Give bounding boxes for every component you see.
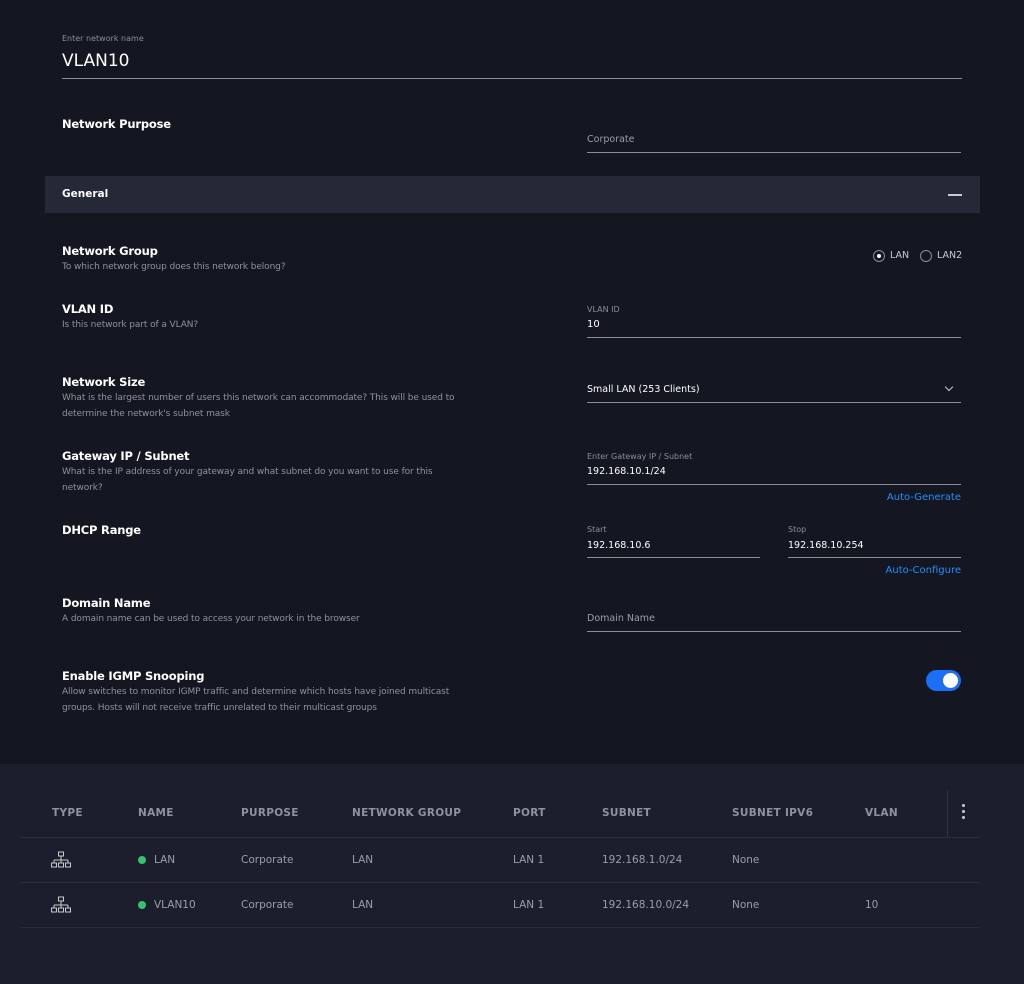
network-name-input[interactable]: VLAN10: [62, 51, 129, 71]
row-divider: [20, 837, 980, 838]
general-section-title: General: [62, 188, 109, 200]
col-network-group[interactable]: NETWORK GROUP: [352, 807, 461, 819]
domain-name-description: A domain name can be used to access your…: [62, 614, 360, 624]
cell-name[interactable]: LAN: [154, 854, 175, 866]
gateway-underline: [587, 484, 961, 485]
row-divider: [20, 882, 980, 883]
igmp-description-1: Allow switches to monitor IGMP traffic a…: [62, 687, 450, 697]
radio-lan-label[interactable]: LAN: [890, 250, 909, 261]
domain-name-title: Domain Name: [62, 596, 151, 610]
row-divider: [20, 927, 980, 928]
cell-subnet: 192.168.10.0/24: [602, 899, 690, 911]
cell-network-group: LAN: [352, 854, 374, 866]
toggle-knob: [943, 673, 958, 688]
gateway-description-1: What is the IP address of your gateway a…: [62, 467, 433, 477]
domain-name-input[interactable]: Domain Name: [587, 613, 655, 624]
col-purpose[interactable]: PURPOSE: [241, 807, 299, 819]
cell-port: LAN 1: [513, 899, 545, 911]
chevron-down-icon[interactable]: [944, 382, 954, 392]
cell-network-group: LAN: [352, 899, 374, 911]
network-size-description-1: What is the largest number of users this…: [62, 393, 455, 403]
col-vlan[interactable]: VLAN: [865, 807, 898, 819]
dhcp-start-input[interactable]: 192.168.10.6: [587, 540, 650, 551]
network-topology-icon: [51, 896, 71, 913]
more-options-icon[interactable]: [962, 804, 966, 822]
network-purpose-title: Network Purpose: [62, 117, 171, 131]
cell-purpose: Corporate: [241, 854, 294, 866]
network-size-underline: [587, 402, 961, 403]
igmp-title: Enable IGMP Snooping: [62, 669, 205, 683]
dhcp-stop-label: Stop: [788, 525, 807, 534]
auto-generate-link[interactable]: Auto-Generate: [887, 492, 961, 503]
network-size-title: Network Size: [62, 375, 146, 389]
network-name-underline: [62, 78, 962, 79]
cell-subnet: 192.168.1.0/24: [602, 854, 683, 866]
radio-lan2-label[interactable]: LAN2: [937, 250, 962, 261]
col-name[interactable]: NAME: [138, 807, 174, 819]
gateway-title: Gateway IP / Subnet: [62, 449, 190, 463]
col-subnet[interactable]: SUBNET: [602, 807, 651, 819]
collapse-icon[interactable]: [948, 194, 962, 196]
vlan-id-field-label: VLAN ID: [587, 305, 620, 314]
dhcp-stop-underline: [788, 557, 961, 558]
status-dot: [138, 856, 146, 864]
network-topology-icon: [51, 851, 71, 868]
status-dot: [138, 901, 146, 909]
auto-configure-link[interactable]: Auto-Configure: [886, 565, 961, 576]
cell-vlan: 10: [865, 899, 879, 911]
network-group-description: To which network group does this network…: [62, 262, 286, 272]
igmp-toggle[interactable]: [926, 670, 961, 691]
radio-lan2[interactable]: [920, 250, 932, 262]
network-size-select[interactable]: Small LAN (253 Clients): [587, 384, 700, 395]
igmp-description-2: groups. Hosts will not receive traffic u…: [62, 703, 377, 713]
vlan-id-title: VLAN ID: [62, 302, 114, 316]
cell-subnet-ipv6: None: [732, 899, 760, 911]
network-group-title: Network Group: [62, 244, 158, 258]
general-section-header[interactable]: General: [45, 176, 980, 213]
gateway-description-2: network?: [62, 483, 103, 493]
network-purpose-underline: [587, 152, 961, 153]
cell-subnet-ipv6: None: [732, 854, 760, 866]
cell-purpose: Corporate: [241, 899, 294, 911]
gateway-input[interactable]: 192.168.10.1/24: [587, 466, 666, 477]
network-purpose-select[interactable]: Corporate: [587, 134, 635, 145]
gateway-field-label: Enter Gateway IP / Subnet: [587, 452, 693, 461]
cell-port: LAN 1: [513, 854, 545, 866]
col-subnet-ipv6[interactable]: SUBNET IPV6: [732, 807, 813, 819]
cell-name[interactable]: VLAN10: [154, 899, 196, 911]
dhcp-stop-input[interactable]: 192.168.10.254: [788, 540, 864, 551]
network-name-label: Enter network name: [62, 34, 144, 43]
dhcp-start-underline: [587, 557, 760, 558]
vlan-id-underline: [587, 337, 961, 338]
vlan-id-input[interactable]: 10: [587, 319, 600, 330]
radio-lan[interactable]: [873, 250, 885, 262]
col-type[interactable]: TYPE: [52, 807, 83, 819]
network-size-description-2: determine the network's subnet mask: [62, 409, 230, 419]
header-divider: [947, 790, 948, 838]
network-form-panel: Enter network name VLAN10 Network Purpos…: [0, 0, 1024, 764]
col-port[interactable]: PORT: [513, 807, 546, 819]
domain-name-underline: [587, 631, 961, 632]
vlan-id-description: Is this network part of a VLAN?: [62, 320, 199, 330]
dhcp-range-title: DHCP Range: [62, 523, 141, 537]
dhcp-start-label: Start: [587, 525, 607, 534]
